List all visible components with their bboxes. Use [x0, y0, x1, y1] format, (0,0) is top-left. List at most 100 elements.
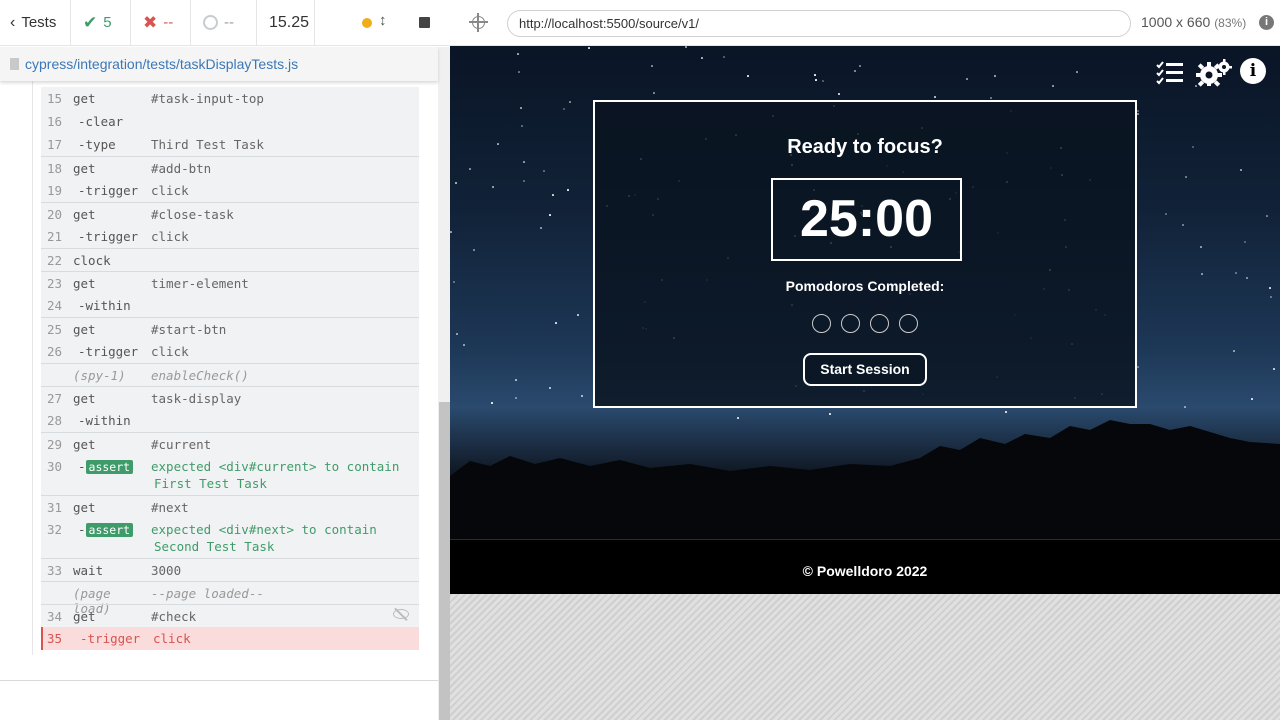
- command-number: 33: [47, 563, 63, 578]
- command-message: enableCheck(): [151, 368, 249, 383]
- failed-value: --: [163, 14, 174, 31]
- command-name: get: [73, 161, 96, 176]
- pomodoro-dot: [841, 314, 860, 333]
- command-number: 29: [47, 437, 63, 452]
- info-icon[interactable]: i: [1240, 58, 1266, 84]
- command-name: get: [73, 322, 96, 337]
- pending-count: --: [191, 0, 257, 46]
- command-row[interactable]: 33 wait 3000: [41, 558, 419, 581]
- duration-value: 15.25: [269, 13, 310, 31]
- url-bar[interactable]: http://localhost:5500/source/v1/: [507, 10, 1131, 37]
- task-list-icon[interactable]: [1148, 58, 1192, 88]
- start-session-button[interactable]: Start Session: [803, 353, 927, 386]
- command-message: #task-input-top: [151, 91, 264, 106]
- command-row[interactable]: 16 -clear: [41, 110, 419, 133]
- command-row[interactable]: 15 get #task-input-top: [41, 87, 419, 110]
- app-frame: © Powelldoro 2022 i Ready to focus? 25:0…: [450, 46, 1280, 594]
- command-name: wait: [73, 563, 104, 578]
- command-message: #start-btn: [151, 322, 227, 337]
- pomodoros-label: Pomodoros Completed:: [785, 278, 945, 294]
- command-row[interactable]: 35 -trigger click: [41, 627, 419, 650]
- command-row[interactable]: 24 -within: [41, 294, 419, 317]
- command-number: 32: [47, 522, 63, 537]
- viewport-info-icon[interactable]: i: [1259, 15, 1274, 30]
- command-message: #check: [151, 609, 197, 624]
- command-row[interactable]: 26 -trigger click: [41, 340, 419, 363]
- command-name: - assert: [73, 459, 151, 474]
- pomodoro-dot: [899, 314, 918, 333]
- aut-header: http://localhost:5500/source/v1/ 1000 x …: [450, 0, 1280, 46]
- command-name: -within: [78, 298, 131, 313]
- command-row[interactable]: 32 - assert expected <div#next> to contain S…: [41, 518, 419, 558]
- command-number: 15: [47, 91, 63, 106]
- spec-path[interactable]: cypress/integration/tests/taskDisplayTes…: [25, 56, 298, 72]
- command-row[interactable]: 27 get task-display: [41, 386, 419, 409]
- command-row[interactable]: 29 get #current: [41, 432, 419, 455]
- command-number: 28: [47, 413, 63, 428]
- timer-card: Ready to focus? 25:00 Pomodoros Complete…: [593, 100, 1137, 408]
- check-icon: ✔: [83, 12, 98, 32]
- command-message: click: [151, 344, 189, 359]
- selector-playground-icon[interactable]: [469, 13, 488, 32]
- command-name: get: [73, 437, 96, 452]
- command-name: clock: [73, 253, 111, 268]
- viewport-size: 1000 x 660 (83%): [1141, 14, 1246, 30]
- command-row[interactable]: 31 get #next: [41, 495, 419, 518]
- eye-slash-icon: [393, 609, 409, 619]
- command-message: #close-task: [151, 207, 234, 222]
- spec-file-bar[interactable]: cypress/integration/tests/taskDisplayTes…: [0, 47, 438, 81]
- pomodoro-dot: [812, 314, 831, 333]
- command-number: 27: [47, 391, 63, 406]
- auto-scroll-toggle-icon[interactable]: ↕: [379, 12, 387, 29]
- command-list: 15 get #task-input-top 16 -clear 17 -type Third…: [41, 87, 419, 650]
- command-message: expected <div#current> to contain First T…: [151, 459, 400, 491]
- command-row[interactable]: 22 clock: [41, 248, 419, 271]
- command-row[interactable]: 28 -within: [41, 409, 419, 432]
- settings-gears-icon[interactable]: [1192, 58, 1236, 88]
- command-row[interactable]: 18 get #add-btn: [41, 156, 419, 179]
- x-icon: ✖: [143, 12, 158, 32]
- command-row[interactable]: 23 get timer-element: [41, 271, 419, 294]
- running-indicator-icon: [362, 18, 372, 28]
- command-row[interactable]: (spy-1) enableCheck(): [41, 363, 419, 386]
- command-number: 34: [47, 609, 63, 624]
- command-row[interactable]: 30 - assert expected <div#current> to conta…: [41, 455, 419, 495]
- test-indent-rail: [32, 81, 40, 655]
- scrollbar-thumb[interactable]: [439, 402, 450, 720]
- command-message: 3000: [151, 563, 182, 578]
- command-number: 19: [47, 183, 63, 198]
- command-log-panel: ‹ Tests ✔ 5 ✖ -- -- 15.25 ↕ cypress/inte…: [0, 0, 450, 720]
- aut-empty-area: [450, 594, 1280, 720]
- command-name: -clear: [78, 114, 124, 129]
- command-row[interactable]: 17 -type Third Test Task: [41, 133, 419, 156]
- command-message: click: [151, 183, 189, 198]
- command-number: 24: [47, 298, 63, 313]
- command-row[interactable]: 20 get #close-task: [41, 202, 419, 225]
- reporter-header: ‹ Tests ✔ 5 ✖ -- -- 15.25 ↕: [0, 0, 450, 46]
- viewport-zoom: (83%): [1214, 16, 1247, 30]
- command-row[interactable]: 34 get #check: [41, 604, 419, 627]
- command-row[interactable]: (page load) --page loaded--: [41, 581, 419, 616]
- timer-display: 25:00: [771, 178, 962, 261]
- command-number: 35: [47, 631, 63, 646]
- command-row[interactable]: 21 -trigger click: [41, 225, 419, 248]
- tests-back-button[interactable]: ‹ Tests: [0, 0, 71, 46]
- command-message: click: [153, 631, 191, 646]
- command-name: -trigger: [80, 631, 141, 646]
- command-name: get: [73, 391, 96, 406]
- command-name: get: [73, 500, 96, 515]
- command-name: -trigger: [78, 229, 139, 244]
- command-message: #next: [151, 500, 189, 515]
- pending-ring-icon: [203, 15, 218, 30]
- command-name: -trigger: [78, 344, 139, 359]
- command-row[interactable]: 19 -trigger click: [41, 179, 419, 202]
- assert-badge: assert: [85, 523, 134, 537]
- command-row[interactable]: 25 get #start-btn: [41, 317, 419, 340]
- command-number: 20: [47, 207, 63, 222]
- stop-icon[interactable]: [419, 17, 430, 28]
- command-name: get: [73, 207, 96, 222]
- command-name: -trigger: [78, 183, 139, 198]
- viewport-dimensions: 1000 x 660: [1141, 14, 1211, 30]
- pending-value: --: [224, 14, 234, 31]
- command-number: 25: [47, 322, 63, 337]
